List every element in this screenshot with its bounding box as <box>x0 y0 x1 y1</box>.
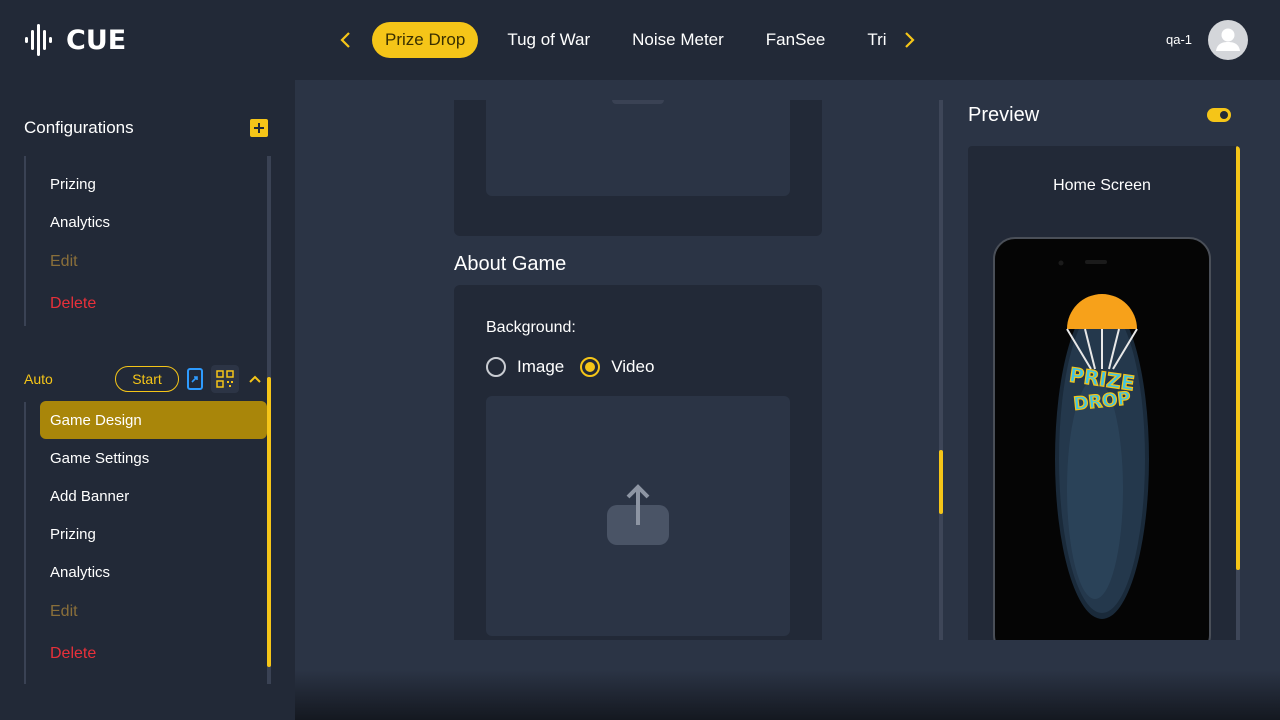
bottom-shadow <box>295 670 1280 720</box>
chevron-right-icon <box>905 32 915 48</box>
sidebar-item-prizing[interactable]: Prizing <box>50 176 96 193</box>
sidebar-item-game-settings[interactable]: Game Settings <box>50 450 149 467</box>
about-game-title: About Game <box>454 253 567 275</box>
user-avatar-icon <box>1216 28 1240 51</box>
content-scrollbar-thumb[interactable] <box>939 450 943 514</box>
radio-image-label[interactable]: Image <box>517 357 564 377</box>
configurations-title: Configurations <box>24 118 134 137</box>
sidebar-item-game-design[interactable]: Game Design <box>50 412 142 429</box>
sidebar-item-prizing[interactable]: Prizing <box>50 526 96 543</box>
tab-trivia[interactable]: Trivia <box>854 22 886 58</box>
config-auto-label[interactable]: Auto <box>24 371 53 387</box>
video-upload-dropzone[interactable] <box>486 396 790 636</box>
chevron-left-icon <box>340 32 350 48</box>
about-game-card: Background: Image Video <box>454 285 822 640</box>
content-scrollbar[interactable] <box>939 100 943 640</box>
radio-image[interactable] <box>486 357 506 377</box>
preview-toggle[interactable] <box>1207 108 1231 122</box>
logo-text: CUE <box>66 24 127 56</box>
plus-icon <box>254 123 264 133</box>
upload-area[interactable] <box>486 100 790 196</box>
previous-section-card <box>454 100 822 236</box>
background-label: Background: <box>486 319 576 336</box>
sidebar-item-edit[interactable]: Edit <box>50 603 78 621</box>
group-divider <box>24 402 26 684</box>
user-name[interactable]: qa-1 <box>1166 32 1192 47</box>
sidebar: Configurations Prizing Analytics Edit De… <box>0 80 295 720</box>
phone-mockup: PRIZE DROP <box>993 237 1211 640</box>
sidebar-item-analytics[interactable]: Analytics <box>50 564 110 581</box>
sidebar-item-delete[interactable]: Delete <box>50 645 96 663</box>
app-logo[interactable]: CUE <box>24 20 126 60</box>
upload-icon <box>607 484 669 545</box>
background-type-radio-group: Image Video <box>486 357 670 377</box>
start-button[interactable]: Start <box>115 366 179 392</box>
sidebar-item-analytics[interactable]: Analytics <box>50 214 110 231</box>
preview-scrollbar-thumb[interactable] <box>1236 146 1240 570</box>
qr-code-button[interactable] <box>211 365 239 393</box>
top-bar: CUE Prize Drop Tug of War Noise Meter Fa… <box>0 0 1280 80</box>
preview-panel: Home Screen PRIZE DROP <box>968 146 1240 640</box>
tabs-prev-button[interactable] <box>332 26 360 54</box>
upload-icon-partial <box>612 100 664 104</box>
add-configuration-button[interactable] <box>250 119 268 137</box>
collapse-chevron-up-icon[interactable] <box>247 371 263 387</box>
sidebar-scrollbar-thumb[interactable] <box>267 377 271 667</box>
qr-code-icon <box>216 370 234 388</box>
group-divider <box>24 156 26 326</box>
radio-video-label[interactable]: Video <box>611 357 654 377</box>
sidebar-item-add-banner[interactable]: Add Banner <box>50 488 129 505</box>
mobile-preview-icon[interactable] <box>187 368 203 390</box>
tab-prize-drop[interactable]: Prize Drop <box>372 22 479 58</box>
radio-video[interactable] <box>580 357 601 377</box>
tab-noise-meter[interactable]: Noise Meter <box>619 22 737 58</box>
cue-logo-icon <box>25 24 52 56</box>
tabs-next-button[interactable] <box>895 26 923 54</box>
preview-screen-label: Home Screen <box>1053 177 1151 194</box>
game-tabs: Prize Drop Tug of War Noise Meter FanSee… <box>372 22 886 58</box>
tab-fansee[interactable]: FanSee <box>753 22 839 58</box>
tab-tug-of-war[interactable]: Tug of War <box>494 22 603 58</box>
sidebar-item-edit[interactable]: Edit <box>50 253 78 271</box>
main-content: About Game Background: Image Video Previ… <box>295 80 1280 720</box>
prize-drop-artwork: PRIZE DROP <box>1055 260 1149 619</box>
sidebar-item-delete[interactable]: Delete <box>50 295 96 313</box>
user-avatar[interactable] <box>1208 20 1248 60</box>
preview-title: Preview <box>968 104 1040 126</box>
